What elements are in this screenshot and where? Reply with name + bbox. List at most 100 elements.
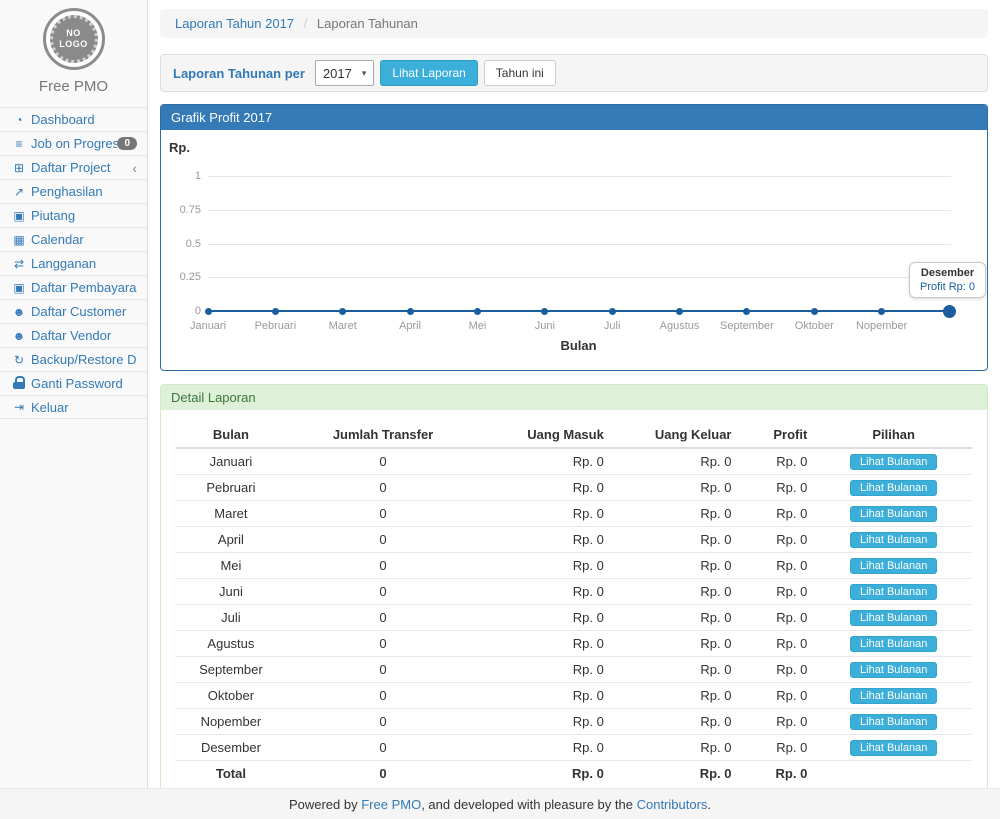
data-point[interactable] [676, 308, 683, 315]
cell-bulan: Juni [176, 579, 286, 605]
sidebar-item-ganti-password[interactable]: Ganti Password [0, 371, 147, 395]
this-year-button[interactable]: Tahun ini [484, 60, 556, 86]
cell-profit: Rp. 0 [739, 527, 815, 553]
view-monthly-button[interactable]: Lihat Bulanan [850, 636, 937, 652]
view-monthly-button[interactable]: Lihat Bulanan [850, 532, 937, 548]
sidebar-item-piutang[interactable]: ▣Piutang [0, 203, 147, 227]
header-pilihan: Pilihan [815, 422, 972, 448]
cell-pilihan: Lihat Bulanan [815, 631, 972, 657]
data-point[interactable] [541, 308, 548, 315]
cell-profit: Rp. 0 [739, 579, 815, 605]
header-uang-keluar: Uang Keluar [612, 422, 740, 448]
sidebar-menu: ◔Dashboard≡Job on Progress0⊞Daftar Proje… [0, 107, 147, 419]
cell-uang-masuk: Rp. 0 [480, 553, 612, 579]
view-monthly-button[interactable]: Lihat Bulanan [850, 454, 937, 470]
view-monthly-button[interactable]: Lihat Bulanan [850, 688, 937, 704]
sidebar-item-calendar[interactable]: ▦Calendar [0, 227, 147, 251]
users-icon: ☻ [10, 305, 28, 319]
sidebar-item-job-on-progress[interactable]: ≡Job on Progress0 [0, 131, 147, 155]
profit-chart-panel: Grafik Profit 2017 Rp. Desember Profit R… [160, 104, 988, 371]
view-monthly-button[interactable]: Lihat Bulanan [850, 584, 937, 600]
footer-link-free-pmo[interactable]: Free PMO [361, 797, 421, 812]
money-icon: ▣ [10, 281, 28, 295]
sidebar-item-label: Daftar Project [31, 160, 132, 175]
table-row-september: September0Rp. 0Rp. 0Rp. 0Lihat Bulanan [176, 657, 972, 683]
report-table: Bulan Jumlah Transfer Uang Masuk Uang Ke… [176, 422, 972, 786]
sidebar-item-keluar[interactable]: ⇥Keluar [0, 395, 147, 419]
total-label: Total [176, 761, 286, 787]
breadcrumb-link[interactable]: Laporan Tahun 2017 [175, 16, 294, 31]
cell-uang-keluar: Rp. 0 [612, 501, 740, 527]
cell-profit: Rp. 0 [739, 553, 815, 579]
cell-jumlah-transfer: 0 [286, 709, 480, 735]
data-point[interactable] [609, 308, 616, 315]
view-monthly-button[interactable]: Lihat Bulanan [850, 714, 937, 730]
cell-uang-masuk: Rp. 0 [480, 605, 612, 631]
cell-pilihan: Lihat Bulanan [815, 527, 972, 553]
data-point[interactable] [272, 308, 279, 315]
content-row: NO LOGO Free PMO ◔Dashboard≡Job on Progr… [0, 0, 1000, 788]
sidebar-item-penghasilan[interactable]: ↗Penghasilan [0, 179, 147, 203]
view-monthly-button[interactable]: Lihat Bulanan [850, 480, 937, 496]
data-point[interactable] [743, 308, 750, 315]
sidebar: NO LOGO Free PMO ◔Dashboard≡Job on Progr… [0, 0, 148, 788]
sidebar-item-backup-restore-db[interactable]: ↻Backup/Restore DB [0, 347, 147, 371]
cell-bulan: September [176, 657, 286, 683]
sidebar-item-daftar-pembayaran[interactable]: ▣Daftar Pembayaran [0, 275, 147, 299]
data-point[interactable] [339, 308, 346, 315]
sidebar-item-label: Daftar Customer [31, 304, 137, 319]
sidebar-item-label: Job on Progress [31, 136, 117, 151]
footer-text-prefix: Powered by [289, 797, 358, 812]
sidebar-item-label: Keluar [31, 400, 137, 415]
view-report-button[interactable]: Lihat Laporan [380, 60, 477, 86]
header-uang-masuk: Uang Masuk [480, 422, 612, 448]
view-monthly-button[interactable]: Lihat Bulanan [850, 740, 937, 756]
footer-text-suffix: . [707, 797, 711, 812]
breadcrumb-separator: / [298, 16, 314, 31]
data-point[interactable] [407, 308, 414, 315]
sidebar-item-dashboard[interactable]: ◔Dashboard [0, 107, 147, 131]
retweet-icon: ⇄ [10, 257, 28, 271]
view-monthly-button[interactable]: Lihat Bulanan [850, 558, 937, 574]
refresh-icon: ↻ [10, 353, 28, 367]
cell-jumlah-transfer: 0 [286, 605, 480, 631]
cell-profit: Rp. 0 [739, 501, 815, 527]
main-content: Laporan Tahun 2017 / Laporan Tahunan Lap… [148, 0, 1000, 788]
footer-link-contributors[interactable]: Contributors [637, 797, 708, 812]
brand-name: Free PMO [0, 70, 147, 107]
y-axis-tick-label: 0.25 [161, 271, 201, 283]
sidebar-item-daftar-customer[interactable]: ☻Daftar Customer [0, 299, 147, 323]
sidebar-item-langganan[interactable]: ⇄Langganan [0, 251, 147, 275]
table-row-maret: Maret0Rp. 0Rp. 0Rp. 0Lihat Bulanan [176, 501, 972, 527]
cell-uang-keluar: Rp. 0 [612, 553, 740, 579]
view-monthly-button[interactable]: Lihat Bulanan [850, 610, 937, 626]
sidebar-item-daftar-vendor[interactable]: ☻Daftar Vendor [0, 323, 147, 347]
data-point[interactable] [878, 308, 885, 315]
header-bulan: Bulan [176, 422, 286, 448]
footer: Powered by Free PMO, and developed with … [0, 788, 1000, 819]
cell-uang-keluar: Rp. 0 [612, 735, 740, 761]
view-monthly-button[interactable]: Lihat Bulanan [850, 506, 937, 522]
cell-uang-masuk: Rp. 0 [480, 579, 612, 605]
data-point[interactable] [811, 308, 818, 315]
cell-uang-masuk: Rp. 0 [480, 448, 612, 475]
gridline [208, 176, 951, 177]
sidebar-item-daftar-project[interactable]: ⊞Daftar Project‹ [0, 155, 147, 179]
header-jumlah-transfer: Jumlah Transfer [286, 422, 480, 448]
cell-profit: Rp. 0 [739, 683, 815, 709]
data-point[interactable] [474, 308, 481, 315]
data-point-highlighted[interactable] [943, 305, 956, 318]
cell-profit: Rp. 0 [739, 631, 815, 657]
data-point[interactable] [205, 308, 212, 315]
cell-pilihan: Lihat Bulanan [815, 448, 972, 475]
cell-jumlah-transfer: 0 [286, 735, 480, 761]
tooltip-title: Desember [920, 267, 975, 279]
table-row-juli: Juli0Rp. 0Rp. 0Rp. 0Lihat Bulanan [176, 605, 972, 631]
view-monthly-button[interactable]: Lihat Bulanan [850, 662, 937, 678]
year-select[interactable]: 2017 ▾ [315, 60, 374, 86]
cell-uang-keluar: Rp. 0 [612, 448, 740, 475]
sidebar-item-label: Daftar Vendor [31, 328, 137, 343]
logo: NO LOGO [0, 0, 147, 70]
cell-uang-keluar: Rp. 0 [612, 475, 740, 501]
cell-pilihan: Lihat Bulanan [815, 683, 972, 709]
